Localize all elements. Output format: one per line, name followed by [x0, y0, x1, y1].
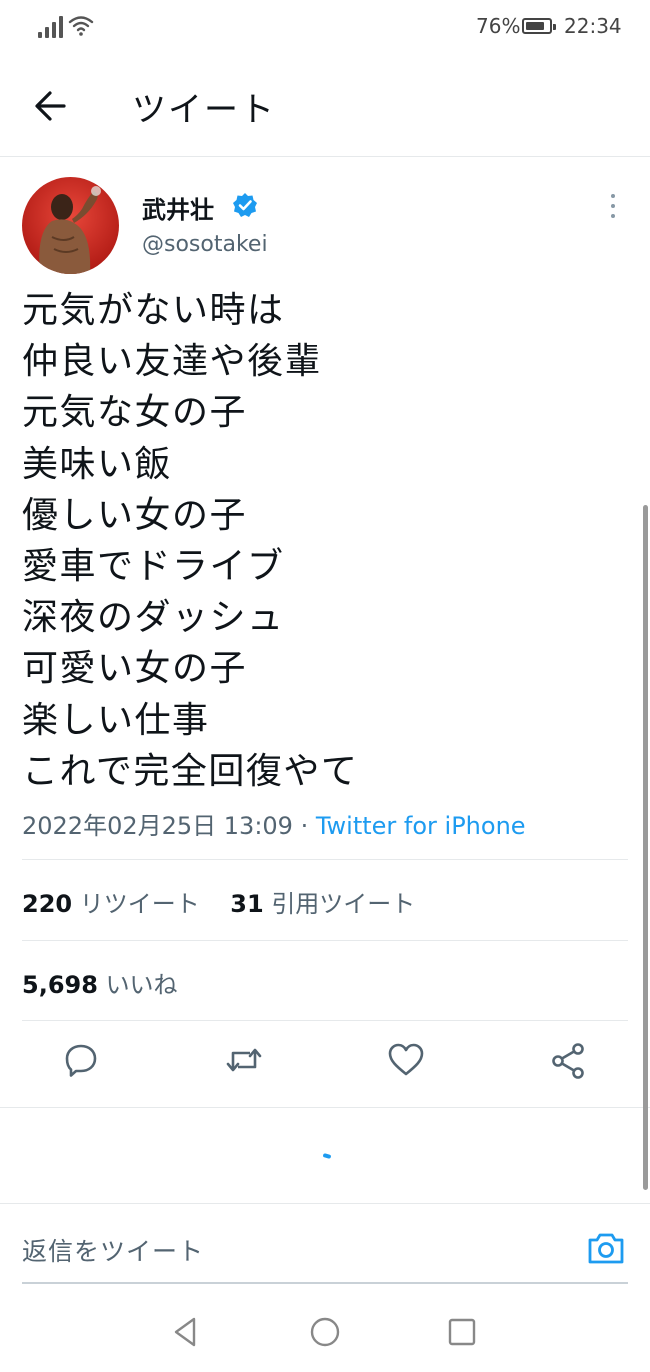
arrow-left-icon: [35, 91, 66, 121]
like-button[interactable]: [386, 1040, 426, 1086]
like-stats[interactable]: 5,698 いいね: [22, 965, 178, 1000]
tweet-meta: 2022年02月25日 13:09 · Twitter for iPhone: [22, 806, 526, 841]
quotes-link[interactable]: 31 引用ツイート: [230, 890, 415, 918]
divider: [22, 1020, 628, 1021]
reply-bar: 返信をツイート: [0, 1203, 650, 1286]
likes-label: いいね: [105, 971, 178, 999]
scrollbar[interactable]: [643, 505, 648, 1190]
heart-icon: [388, 1043, 424, 1076]
avatar[interactable]: [22, 177, 119, 274]
screen: 76% 22:34 ツイート 武井壮 @sosotakei 元気がない時は 仲良…: [0, 0, 650, 1372]
signal-icon: [38, 16, 64, 38]
retweet-button[interactable]: [224, 1040, 264, 1086]
quotes-count: 31: [230, 890, 264, 918]
tweet-line: 深夜のダッシュ: [22, 597, 285, 639]
top-header: ツイート: [0, 56, 650, 157]
status-time: 22:34: [564, 14, 622, 38]
tweet-line: 美味い飯: [22, 443, 173, 485]
loading-indicator: [322, 1153, 332, 1159]
tweet-line: 仲良い友達や後輩: [22, 341, 323, 383]
retweets-count: 220: [22, 890, 73, 918]
divider: [22, 940, 628, 941]
tweet-line: 優しい女の子: [22, 494, 248, 536]
tweet-source-link[interactable]: Twitter for iPhone: [316, 812, 526, 840]
battery-percent: 76%: [476, 14, 521, 38]
camera-button[interactable]: [586, 1230, 626, 1266]
share-button[interactable]: [549, 1040, 589, 1086]
retweets-link[interactable]: 220 リツイート: [22, 890, 200, 918]
tweet-actions: [0, 1040, 650, 1090]
reply-icon: [65, 1044, 97, 1077]
quotes-label: 引用ツイート: [271, 890, 416, 918]
tweet-line: 愛車でドライブ: [22, 546, 285, 588]
tweet-line: 楽しい仕事: [22, 699, 210, 741]
avatar-image: [22, 177, 119, 274]
system-nav-bar: [0, 1290, 650, 1372]
verified-badge-icon: [233, 193, 257, 217]
author-handle[interactable]: @sosotakei: [142, 232, 268, 257]
tweet-line: 元気な女の子: [22, 392, 248, 434]
divider: [22, 859, 628, 860]
status-bar: 76% 22:34: [0, 0, 650, 56]
tweet-line: これで完全回復やて: [22, 750, 359, 792]
divider: [0, 1107, 650, 1108]
wifi-icon: [68, 16, 94, 36]
reply-underline: [22, 1282, 628, 1284]
author-name[interactable]: 武井壮: [142, 190, 214, 225]
retweets-label: リツイート: [79, 890, 200, 918]
reply-button[interactable]: [61, 1040, 101, 1086]
likes-count: 5,698: [22, 971, 98, 999]
meta-separator: ·: [292, 812, 316, 840]
tweet-line: 元気がない時は: [22, 290, 285, 331]
retweet-stats: 220 リツイート 31 引用ツイート: [22, 884, 415, 919]
back-button[interactable]: [28, 86, 72, 126]
tweet-text: 元気がない時は 仲良い友達や後輩 元気な女の子 美味い飯 優しい女の子 愛車でド…: [22, 285, 622, 797]
nav-recent-icon[interactable]: [444, 1314, 480, 1350]
tweet-timestamp[interactable]: 2022年02月25日 13:09: [22, 812, 293, 840]
battery-icon: [522, 18, 556, 34]
share-icon: [552, 1043, 584, 1079]
more-options-icon[interactable]: [600, 192, 626, 222]
retweet-icon: [226, 1048, 262, 1072]
tweet-line: 可愛い女の子: [22, 648, 248, 690]
camera-icon: [588, 1233, 624, 1264]
page-title: ツイート: [132, 90, 276, 130]
nav-back-icon[interactable]: [168, 1314, 204, 1350]
reply-input[interactable]: 返信をツイート: [22, 1232, 204, 1268]
nav-home-icon[interactable]: [307, 1314, 343, 1350]
